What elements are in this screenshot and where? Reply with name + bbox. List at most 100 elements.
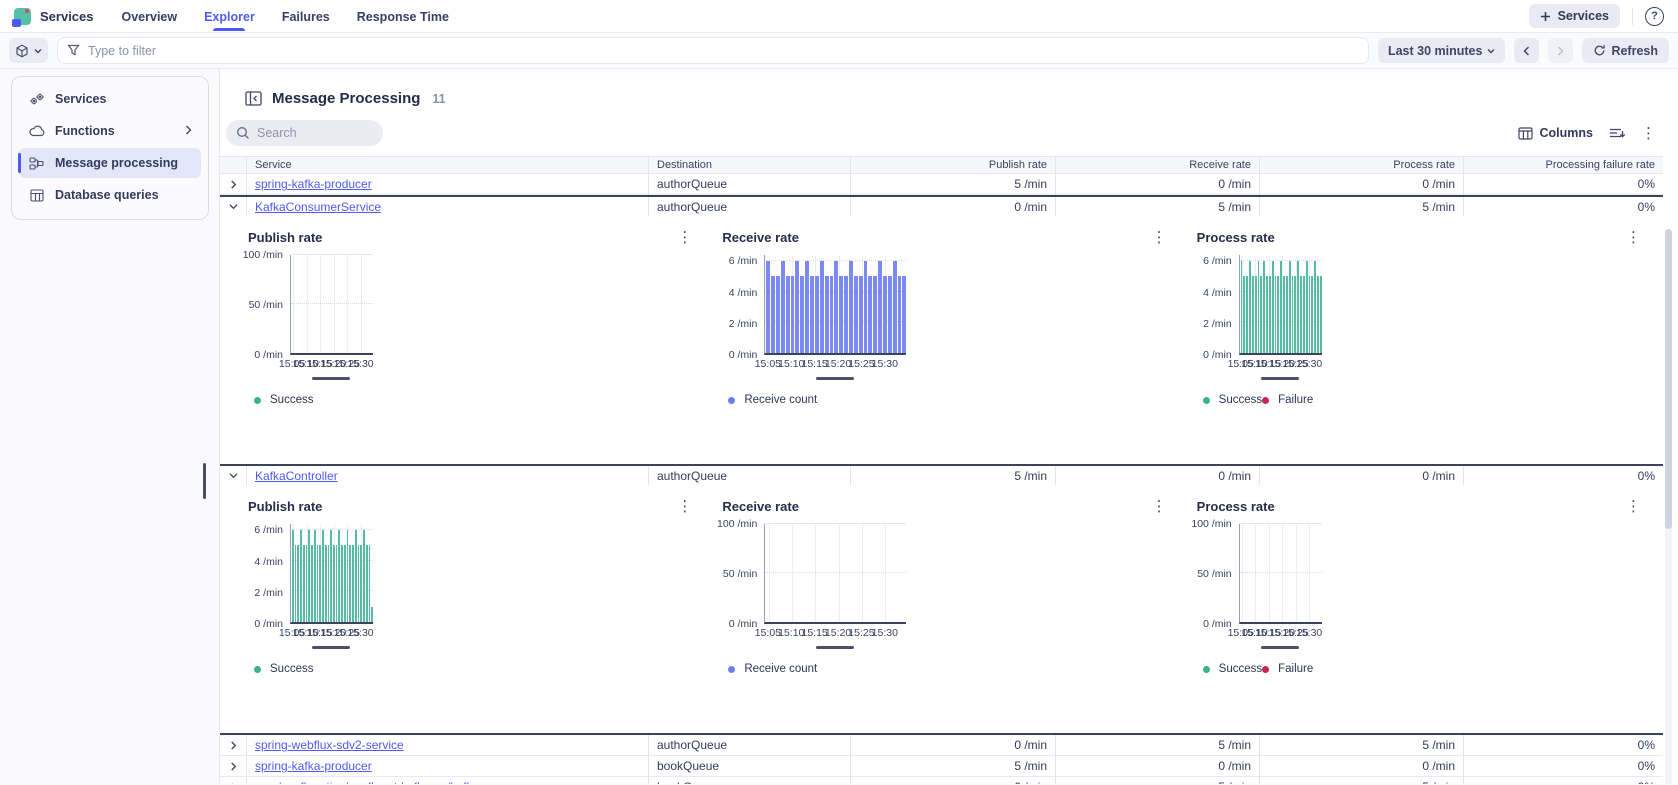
bar xyxy=(313,530,316,622)
legend-label: Success xyxy=(270,663,314,675)
col-destination[interactable]: Destination xyxy=(648,157,850,173)
service-link[interactable]: KafkaConsumerService xyxy=(255,200,381,214)
sidebar-item-database-queries[interactable]: Database queries xyxy=(19,180,201,210)
vertical-scrollbar[interactable] xyxy=(1665,229,1672,784)
collapse-chevron[interactable] xyxy=(220,197,246,216)
legend-dot xyxy=(728,665,736,673)
chart-kebab-menu-icon[interactable]: ⋮ xyxy=(677,499,692,514)
bar xyxy=(1305,261,1308,353)
tab-failures[interactable]: Failures xyxy=(282,2,330,31)
service-link[interactable]: spring-kafka-producer xyxy=(255,177,372,191)
chart-hscroll[interactable] xyxy=(764,371,906,380)
bar xyxy=(1260,276,1263,353)
app-window: Services Overview Explorer Failures Resp… xyxy=(0,0,1678,785)
nav-tabs: Overview Explorer Failures Response Time xyxy=(122,2,449,31)
service-link[interactable]: KafkaController xyxy=(255,469,338,483)
bar-chart: 0 /min 50 /min 100 /min 15:05 15:10 15:15 15:2… xyxy=(717,518,1166,675)
sidebar-item-services[interactable]: Services xyxy=(19,84,201,114)
filter-input[interactable] xyxy=(57,37,1369,64)
grid-vline xyxy=(320,255,322,353)
sidebar-item-functions[interactable]: Functions xyxy=(19,116,201,146)
bar xyxy=(897,276,902,353)
chevron-down-icon xyxy=(34,48,42,53)
expand-chevron[interactable] xyxy=(220,735,246,755)
collapse-chevron[interactable] xyxy=(220,466,246,485)
service-link[interactable]: com/confluentinc/confluent-kafka-go/kafk… xyxy=(255,780,479,784)
bar xyxy=(322,530,324,622)
bar xyxy=(335,545,338,622)
chart-hscroll[interactable] xyxy=(1239,640,1322,649)
bar xyxy=(319,545,322,622)
legend-label: Success xyxy=(1218,394,1263,406)
chart-hscroll[interactable] xyxy=(1239,371,1322,380)
col-process-rate[interactable]: Process rate xyxy=(1259,157,1463,173)
bar xyxy=(1263,261,1266,353)
x-axis-labels: 15:05 15:10 15:15 15:20 15:25 15:30 xyxy=(755,355,906,371)
plot-grid xyxy=(290,254,373,355)
col-publish-rate[interactable]: Publish rate xyxy=(850,157,1055,173)
y-tick: 50 /min xyxy=(722,568,758,580)
chart-kebab-menu-icon[interactable]: ⋮ xyxy=(1152,499,1167,514)
chart-hscroll-thumb[interactable] xyxy=(1261,377,1300,380)
col-service[interactable]: Service xyxy=(246,157,648,173)
environment-selector[interactable] xyxy=(9,38,48,63)
chart-hscroll-thumb[interactable] xyxy=(816,377,855,380)
legend-label: Failure xyxy=(1278,394,1314,406)
expand-chevron[interactable] xyxy=(220,174,246,194)
failure-rate-cell: 0% xyxy=(1463,174,1663,194)
grid-vline xyxy=(1255,524,1257,622)
x-tick: 15:10 xyxy=(778,627,805,639)
bar xyxy=(324,545,327,622)
expand-chevron[interactable] xyxy=(220,756,246,776)
legend-dot xyxy=(254,396,261,404)
time-forward-button[interactable] xyxy=(1548,38,1574,63)
add-services-button[interactable]: Services xyxy=(1528,4,1620,28)
sidebar-item-message-processing[interactable]: Message processing xyxy=(18,148,201,178)
help-icon[interactable]: ? xyxy=(1645,6,1664,26)
tab-response-time[interactable]: Response Time xyxy=(357,2,449,31)
time-range-selector[interactable]: Last 30 minutes xyxy=(1377,38,1506,63)
tab-explorer[interactable]: Explorer xyxy=(204,2,255,31)
panel-resize-handle[interactable] xyxy=(203,463,206,499)
chart-hscroll-thumb[interactable] xyxy=(816,646,855,649)
chart-kebab-menu-icon[interactable]: ⋮ xyxy=(1626,230,1641,245)
bar xyxy=(365,545,368,622)
chart-kebab-menu-icon[interactable]: ⋮ xyxy=(677,230,692,245)
database-icon xyxy=(28,188,45,202)
tab-overview[interactable]: Overview xyxy=(122,2,178,31)
receive-rate-cell: 0 /min xyxy=(1055,174,1259,194)
grid-vline xyxy=(838,524,840,622)
bar xyxy=(887,276,892,353)
collapse-panel-icon[interactable] xyxy=(245,91,262,106)
chart-hscroll-thumb[interactable] xyxy=(312,377,351,380)
chart-kebab-menu-icon[interactable]: ⋮ xyxy=(1152,230,1167,245)
row-settings-button[interactable] xyxy=(1609,127,1625,139)
col-processing-failure-rate[interactable]: Processing failure rate xyxy=(1463,157,1663,173)
bar xyxy=(1285,276,1288,353)
grid-vline xyxy=(1309,524,1311,622)
receive-rate-cell: 0 /min xyxy=(1055,756,1259,776)
chart-hscroll[interactable] xyxy=(290,640,373,649)
chart-hscroll[interactable] xyxy=(764,640,906,649)
refresh-icon xyxy=(1595,45,1606,56)
row-settings-icon xyxy=(1610,128,1625,138)
service-link[interactable]: spring-kafka-producer xyxy=(255,759,372,773)
columns-button[interactable]: Columns xyxy=(1517,126,1593,140)
col-receive-rate[interactable]: Receive rate xyxy=(1055,157,1259,173)
expand-chevron[interactable] xyxy=(220,777,246,784)
chart-hscroll[interactable] xyxy=(290,371,373,380)
chart-hscroll-thumb[interactable] xyxy=(1261,646,1300,649)
chart-legend: Receive count xyxy=(728,394,906,406)
refresh-button[interactable]: Refresh xyxy=(1582,38,1669,63)
time-back-button[interactable] xyxy=(1514,38,1540,63)
kebab-menu-icon[interactable]: ⋮ xyxy=(1641,125,1656,141)
process-rate-cell: 0 /min xyxy=(1259,466,1463,485)
chart-hscroll-thumb[interactable] xyxy=(312,646,351,649)
message-processing-table: Service Destination Publish rate Receive… xyxy=(220,156,1663,784)
scrollbar-thumb[interactable] xyxy=(1665,229,1672,529)
bar xyxy=(1288,261,1291,353)
destination-cell: authorQueue xyxy=(648,735,850,755)
columns-label: Columns xyxy=(1539,126,1593,140)
service-link[interactable]: spring-webflux-sdv2-service xyxy=(255,738,404,752)
chart-kebab-menu-icon[interactable]: ⋮ xyxy=(1626,499,1641,514)
